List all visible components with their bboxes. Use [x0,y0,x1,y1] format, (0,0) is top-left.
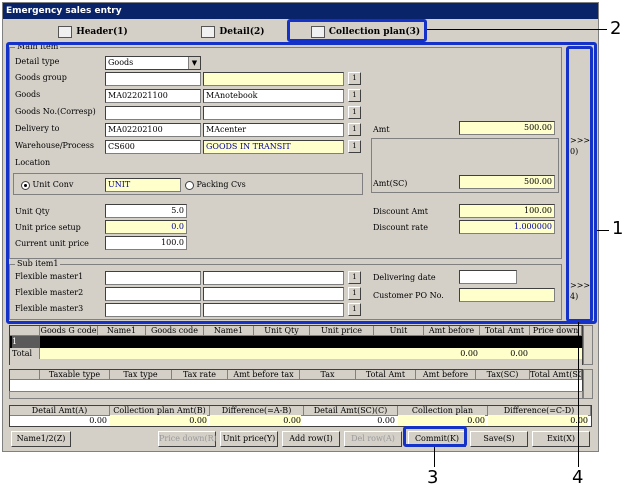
grid-header: Amt before tax [228,370,300,380]
grid-header: Tax rate [172,370,228,380]
tab-header[interactable]: Header(1) [43,21,143,43]
grid-header: Unit Qty [254,326,310,336]
callout-box-2 [287,19,427,42]
name1-2-button[interactable]: Name1/2(Z) [11,431,71,447]
callout-line-3 [434,447,435,467]
grid-vertical-scrollbar[interactable] [583,325,593,365]
book-icon [58,25,73,38]
callout-line-1 [597,230,609,231]
callout-box-3 [403,426,467,447]
callout-box-1 [6,42,597,324]
document-icon [201,25,216,38]
callout-box-4 [566,46,593,322]
grid-header: Total Amt(SC) [530,370,582,380]
grid-horizontal-scrollbar[interactable] [10,359,582,365]
grid-header: Unit price [310,326,374,336]
grid-header: Name1 [204,326,254,336]
tax-grid-vertical-scrollbar[interactable] [583,369,593,399]
grid-header: Amt before [416,370,476,380]
grid-header: Tax [300,370,356,380]
add-row-button[interactable]: Add row(I) [282,431,340,447]
summary-value: 0.00 [210,415,301,426]
callout-number-1: 1 [612,218,624,239]
grid-header: Taxable type [40,370,110,380]
grid-header: Amt before [424,326,480,336]
tab-detail[interactable]: Detail(2) [188,21,278,43]
grid-header: Goods G code [40,326,98,336]
grid-header: Goods code [146,326,204,336]
grid-header: Price down [530,326,582,336]
callout-number-4: 4 [572,467,584,488]
callout-line-4 [578,322,579,467]
save-button[interactable]: Save(S) [470,431,528,447]
grid-header: Total Amt [480,326,530,336]
tax-grid-horizontal-scrollbar[interactable] [9,391,583,399]
summary-value: 0.00 [110,415,207,426]
table-row[interactable]: 1 [10,336,582,348]
grid-header: Unit [374,326,424,336]
summary-value: 0.00 [377,416,395,425]
delete-row-button[interactable]: Del row(A) [344,431,402,447]
summary-strip: Detail Amt(A) Collection plan Amt(B) Dif… [9,405,592,427]
callout-number-2: 2 [610,18,622,39]
summary-value: 0.00 [398,415,485,426]
unit-price-button[interactable]: Unit price(Y) [220,431,278,447]
price-down-button[interactable]: Price down(R) [158,431,217,447]
summary-value: 0.00 [89,416,107,425]
grid-header: Tax(SC) [476,370,530,380]
callout-line-2 [427,29,607,30]
grid-header: Name1 [98,326,146,336]
detail-grid[interactable]: Goods G code Name1 Goods code Name1 Unit… [9,325,583,365]
grid-header: Total Amt [356,370,416,380]
window-title: Emergency sales entry [3,3,598,19]
grid-header: Tax type [110,370,172,380]
callout-number-3: 3 [427,467,439,488]
exit-button[interactable]: Exit(X) [532,431,590,447]
summary-value: 0.00 [488,415,588,426]
